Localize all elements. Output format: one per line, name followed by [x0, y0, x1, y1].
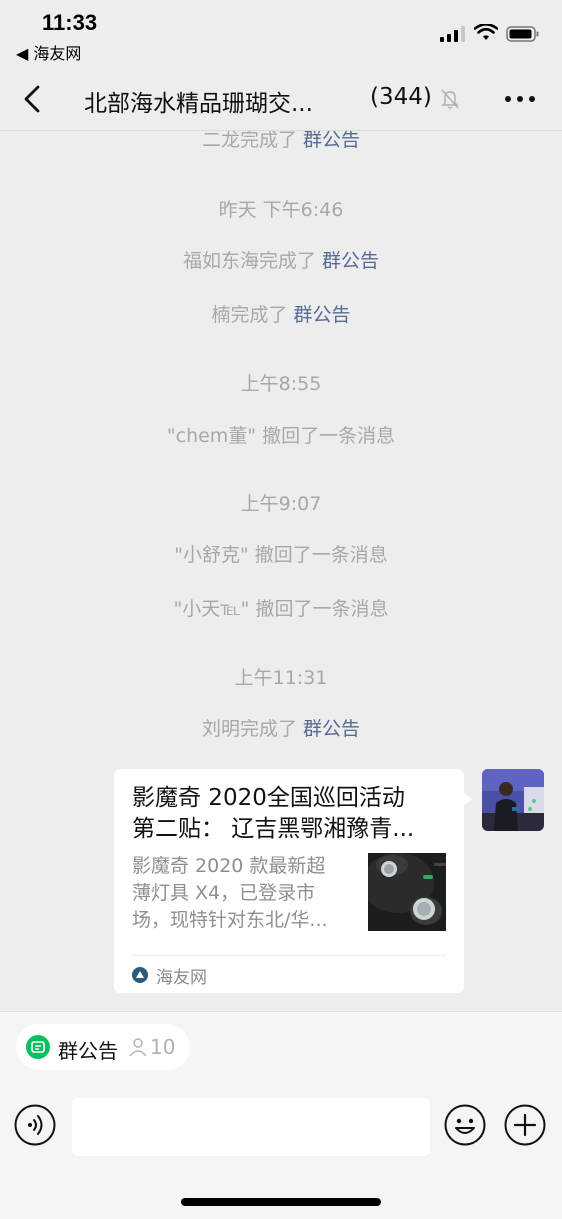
member-count: (344) — [370, 84, 432, 110]
timestamp: 昨天 下午6:46 — [218, 199, 344, 221]
emoji-icon[interactable] — [444, 1104, 486, 1146]
plus-icon[interactable] — [504, 1104, 546, 1146]
cellular-signal-icon — [440, 26, 465, 42]
recall-message: "chem董" 撤回了一条消息 — [166, 425, 396, 447]
system-message: 二龙完成了 群公告 — [0, 131, 562, 152]
person-icon — [129, 1038, 147, 1057]
recall-message: "小舒克" 撤回了一条消息 — [174, 544, 388, 566]
system-message: 楠完成了 群公告 — [0, 300, 562, 327]
ellipsis-icon[interactable] — [500, 84, 540, 114]
status-time: 11:33 — [42, 10, 98, 35]
chevron-left-icon[interactable] — [18, 84, 48, 114]
system-message: 福如东海完成了 群公告 — [0, 246, 562, 273]
card-desc-line: 影魔奇 2020 款最新超 — [132, 855, 326, 877]
wifi-icon — [474, 24, 498, 40]
announcement-count: 10 — [150, 1035, 176, 1059]
input-panel: 群公告 10 — [0, 1011, 562, 1219]
chat-header: 北部海水精品珊瑚交... (344) — [0, 68, 562, 131]
voice-icon[interactable] — [14, 1104, 56, 1146]
announcement-label: 群公告 — [58, 1039, 118, 1063]
system-message-text: 刘明完成了 — [201, 718, 304, 740]
system-message-text: 福如东海完成了 — [182, 250, 323, 272]
card-title: 影魔奇 2020全国巡回活动 第二贴： 辽吉黑鄂湘豫青... — [132, 783, 450, 845]
card-desc-line: 场，现特针对东北/华... — [132, 909, 328, 931]
home-indicator[interactable] — [181, 1198, 381, 1206]
card-source-name: 海友网 — [156, 968, 207, 988]
card-title-line: 第二贴： 辽吉黑鄂湘豫青... — [132, 816, 415, 842]
bell-muted-icon — [441, 89, 459, 109]
announcement-link[interactable]: 群公告 — [303, 718, 360, 740]
announcement-link[interactable]: 群公告 — [322, 250, 379, 272]
announcement-link[interactable]: 群公告 — [303, 131, 360, 151]
system-message: 刘明完成了 群公告 — [0, 714, 562, 741]
battery-icon — [506, 26, 539, 42]
source-logo-icon — [132, 967, 148, 983]
system-message-text: 楠完成了 — [211, 304, 294, 326]
back-to-app-link[interactable]: ◀ 海友网 — [16, 40, 81, 64]
card-desc-line: 薄灯具 X4，已登录市 — [132, 882, 316, 904]
card-description: 影魔奇 2020 款最新超 薄灯具 X4，已登录市 场，现特针对东北/华... — [132, 853, 357, 934]
message-input[interactable] — [72, 1098, 430, 1156]
card-title-line: 影魔奇 2020全国巡回活动 — [132, 785, 405, 811]
link-card-message[interactable]: 影魔奇 2020全国巡回活动 第二贴： 辽吉黑鄂湘豫青... 影魔奇 2020 … — [114, 769, 464, 993]
timestamp: 上午9:07 — [240, 493, 322, 515]
announcement-icon — [26, 1035, 50, 1059]
recall-message: "小天℡" 撤回了一条消息 — [173, 598, 389, 620]
avatar[interactable] — [482, 769, 544, 831]
card-thumbnail — [368, 853, 446, 931]
status-bar: 11:33 ◀ 海友网 — [0, 0, 562, 68]
group-title: 北部海水精品珊瑚交... — [84, 91, 313, 117]
timestamp: 上午8:55 — [240, 373, 322, 395]
message-list[interactable]: 二龙完成了 群公告 昨天 下午6:46 福如东海完成了 群公告 楠完成了 群公告… — [0, 131, 562, 1011]
card-divider — [132, 955, 446, 956]
announcement-chip[interactable]: 群公告 10 — [16, 1024, 190, 1070]
announcement-link[interactable]: 群公告 — [294, 304, 351, 326]
system-message-text: 二龙完成了 — [201, 131, 304, 151]
timestamp: 上午11:31 — [234, 667, 328, 689]
